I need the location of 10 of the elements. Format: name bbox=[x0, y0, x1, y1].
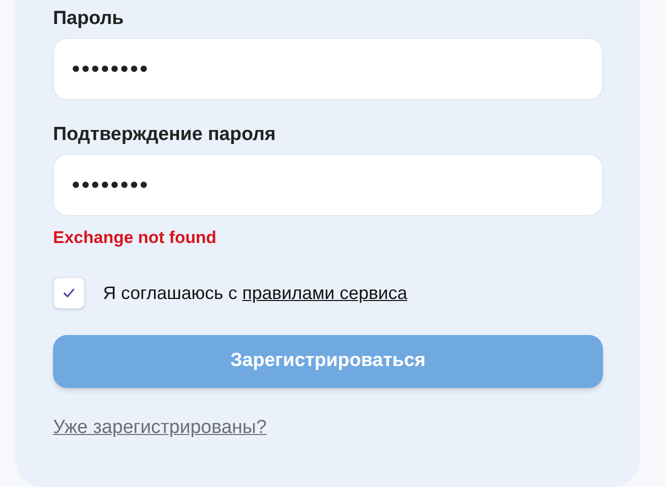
agreement-text: Я соглашаюсь с правилами сервиса bbox=[103, 282, 408, 305]
rules-link[interactable]: правилами сервиса bbox=[242, 282, 408, 302]
field-label: Пароль bbox=[53, 7, 125, 31]
login-link[interactable]: Уже зарегистрированы? bbox=[53, 417, 267, 438]
error-message: Exchange not found bbox=[53, 227, 218, 249]
password-field[interactable]: •••••••• bbox=[53, 154, 603, 216]
password-field[interactable]: •••••••• bbox=[53, 38, 603, 100]
checkmark-icon bbox=[63, 288, 75, 298]
field-label: Подтверждение пароля bbox=[53, 123, 277, 147]
checkbox[interactable] bbox=[53, 277, 85, 309]
